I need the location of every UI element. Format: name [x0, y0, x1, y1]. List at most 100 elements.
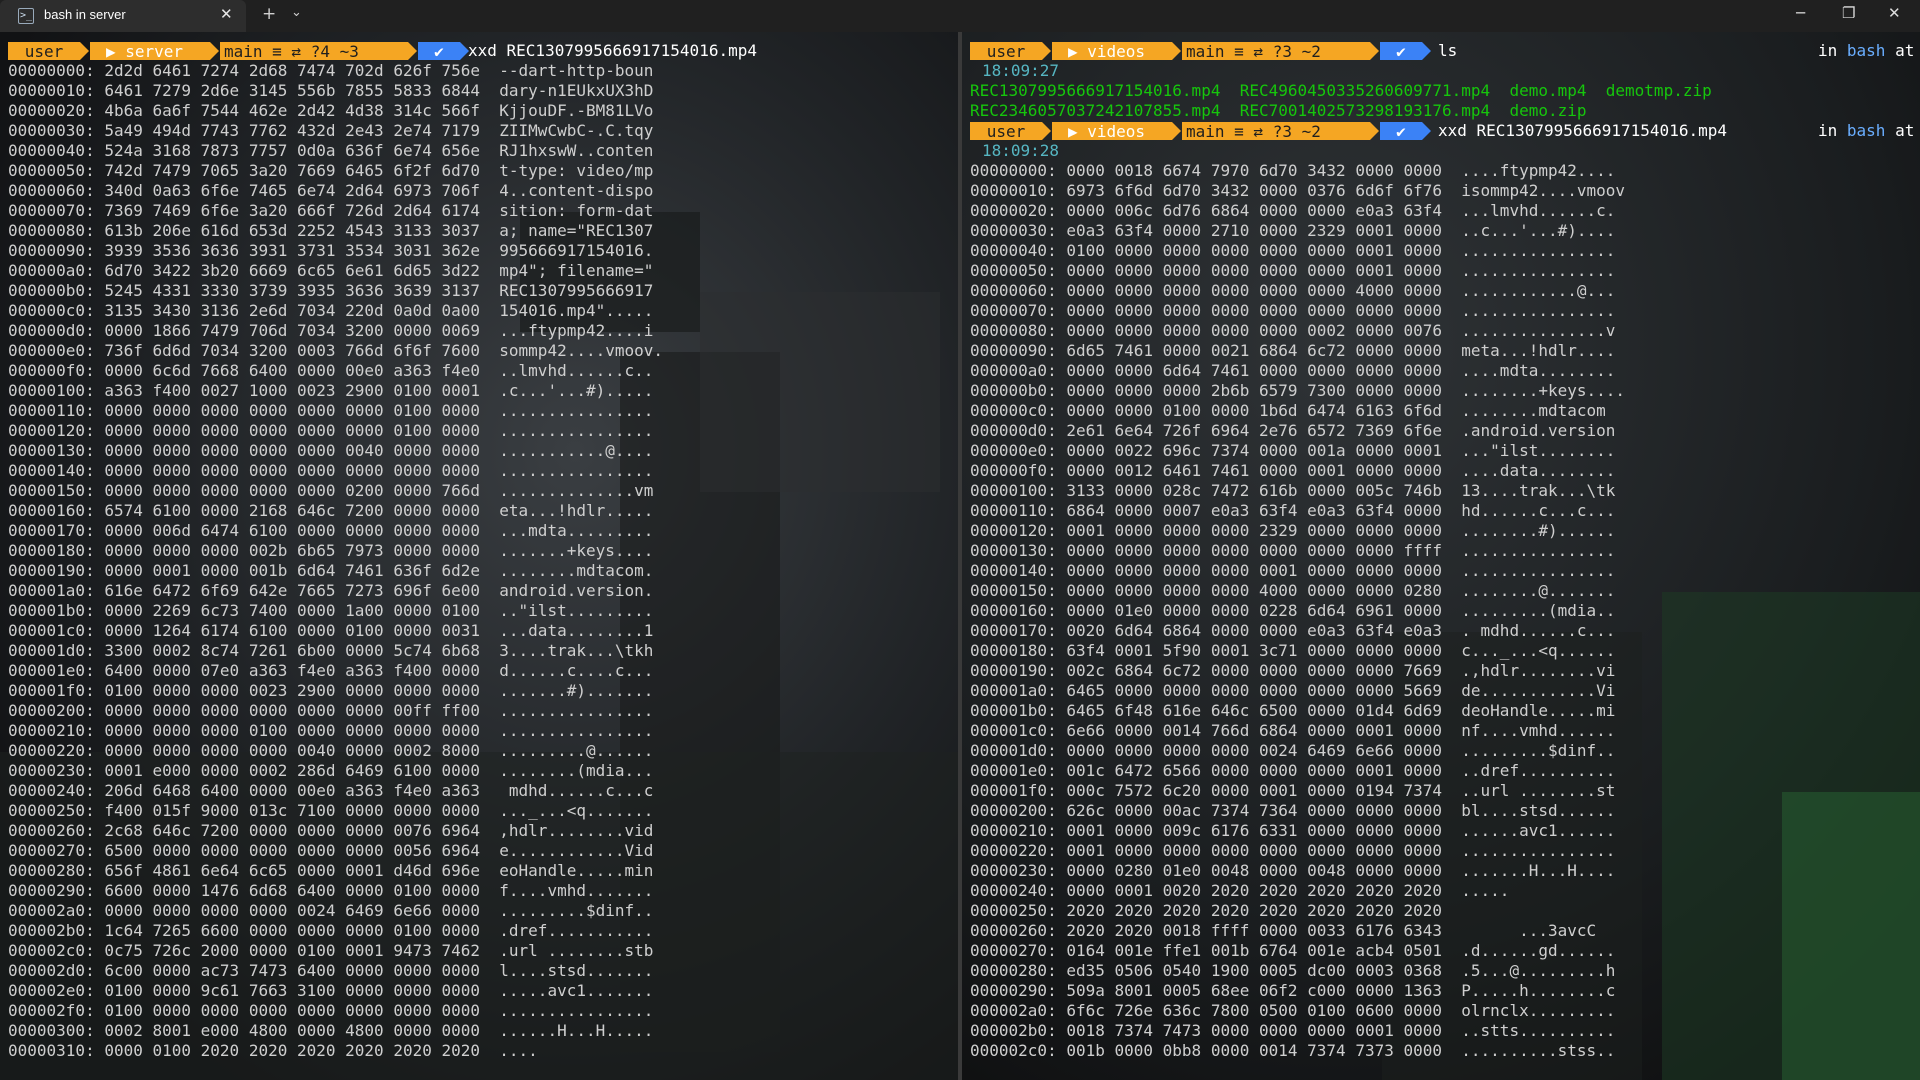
hexdump-line: 00000090: 6d65 7461 0000 0021 6864 6c72 … — [970, 341, 1616, 360]
prompt-line: user ▶ server main ≡ ⇄ ?4 ~3 ✔ xxd REC13… — [8, 41, 958, 61]
hexdump-line: 000000e0: 0000 0022 696c 7374 0000 001a … — [970, 441, 1616, 460]
hexdump-line: 00000080: 613b 206e 616d 653d 2252 4543 … — [8, 221, 654, 240]
hexdump-line: 00000050: 742d 7479 7065 3a20 7669 6465 … — [8, 161, 654, 180]
prompt-right-status: in bash at — [1818, 41, 1914, 60]
hexdump-line: 000002a0: 0000 0000 0000 0000 0024 6469 … — [8, 901, 654, 920]
prompt-git-status: main ≡ ⇄ ?3 ~2 — [1182, 122, 1370, 141]
hexdump-line: 00000240: 0000 0001 0020 2020 2020 2020 … — [970, 881, 1510, 900]
folder-label: videos — [1087, 42, 1146, 61]
hexdump-line: 000002b0: 1c64 7265 6600 0000 0000 0000 … — [8, 921, 654, 940]
hexdump-line: 000002c0: 001b 0000 0bb8 0000 0014 7374 … — [970, 1041, 1616, 1060]
hexdump-line: 000001a0: 616e 6472 6f69 642e 7665 7273 … — [8, 581, 654, 600]
prompt-separator — [1042, 122, 1051, 140]
ls-output-row: REC2346057037242107855.mp4 REC7001402573… — [970, 101, 1587, 120]
hexdump-line: 00000040: 524a 3168 7873 7757 0d0a 636f … — [8, 141, 654, 160]
hexdump-line: 00000030: e0a3 63f4 0000 2710 0000 2329 … — [970, 221, 1616, 240]
terminal-pane-left[interactable]: user ▶ server main ≡ ⇄ ?4 ~3 ✔ xxd REC13… — [0, 32, 958, 1080]
hexdump-line: 00000070: 7369 7469 6f6e 3a20 666f 726d … — [8, 201, 654, 220]
status-suffix: at — [1895, 41, 1915, 60]
hexdump-line: 00000000: 2d2d 6461 7274 2d68 7474 702d … — [8, 61, 654, 80]
prompt-separator — [210, 42, 219, 60]
hexdump-line: 00000300: 0002 8001 e000 4800 0000 4800 … — [8, 1021, 654, 1040]
title-bar: >_ bash in server ✕ + ⌄ ─ ❐ ✕ — [0, 0, 1920, 32]
tab-dropdown-button[interactable]: ⌄ — [291, 5, 302, 20]
prompt-separator — [1370, 122, 1379, 140]
command-text: ls — [1438, 41, 1458, 60]
hexdump-line: 00000280: ed35 0506 0540 1900 0005 dc00 … — [970, 961, 1616, 980]
hexdump-line: 000001d0: 0000 0000 0000 0000 0024 6469 … — [970, 741, 1616, 760]
status-prefix: in — [1818, 121, 1838, 140]
hexdump-line: 00000100: 3133 0000 028c 7472 616b 0000 … — [970, 481, 1616, 500]
hexdump-line: 000002c0: 0c75 726c 2000 0000 0100 0001 … — [8, 941, 654, 960]
hexdump-line: 00000150: 0000 0000 0000 0000 0000 0200 … — [8, 481, 654, 500]
prompt-git-status: main ≡ ⇄ ?3 ~2 — [1182, 42, 1370, 61]
hexdump-line: 00000130: 0000 0000 0000 0000 0000 0000 … — [970, 541, 1616, 560]
hexdump-line: 00000090: 3939 3536 3636 3931 3731 3534 … — [8, 241, 654, 260]
hexdump-line: 000000c0: 0000 0000 0100 0000 1b6d 6474 … — [970, 401, 1606, 420]
hexdump-line: 000001e0: 6400 0000 07e0 a363 f4e0 a363 … — [8, 661, 654, 680]
hexdump-line: 00000220: 0000 0000 0000 0000 0040 0000 … — [8, 741, 654, 760]
hexdump-line: 000000c0: 3135 3430 3136 2e6d 7034 220d … — [8, 301, 654, 320]
hexdump-line: 00000110: 6864 0000 0007 e0a3 63f4 e0a3 … — [970, 501, 1616, 520]
hexdump-line: 00000270: 6500 0000 0000 0000 0000 0000 … — [8, 841, 654, 860]
hexdump-line: 00000230: 0001 e000 0000 0002 286d 6469 … — [8, 761, 654, 780]
hexdump-line: 00000120: 0001 0000 0000 0000 2329 0000 … — [970, 521, 1616, 540]
hexdump-line: 00000120: 0000 0000 0000 0000 0000 0000 … — [8, 421, 654, 440]
hexdump-line: 000002f0: 0100 0000 0000 0000 0000 0000 … — [8, 1001, 654, 1020]
hexdump-line: 00000160: 0000 01e0 0000 0000 0228 6d64 … — [970, 601, 1616, 620]
hexdump-line: 00000110: 0000 0000 0000 0000 0000 0000 … — [8, 401, 654, 420]
hexdump-line: 000001c0: 0000 1264 6174 6100 0000 0100 … — [8, 621, 654, 640]
terminal-icon: >_ — [18, 8, 34, 24]
hexdump-line: 00000030: 5a49 494d 7743 7762 432d 2e43 … — [8, 121, 654, 140]
hexdump-line: 000000d0: 2e61 6e64 726f 6964 2e76 6572 … — [970, 421, 1616, 440]
hexdump-line: 00000290: 509a 8001 0005 68ee 06f2 c000 … — [970, 981, 1616, 1000]
folder-label: videos — [1087, 122, 1146, 141]
folder-label: server — [125, 42, 184, 61]
prompt-folder: ▶ server — [90, 42, 210, 61]
prompt-user: user — [8, 42, 80, 61]
prompt-right-status: in bash at — [1818, 121, 1914, 140]
hexdump-line: 00000070: 0000 0000 0000 0000 0000 0000 … — [970, 301, 1616, 320]
hexdump-line: 00000260: 2020 2020 0018 ffff 0000 0033 … — [970, 921, 1597, 940]
prompt-folder: ▶ videos — [1052, 122, 1172, 141]
hexdump-line: 00000220: 0001 0000 0000 0000 0000 0000 … — [970, 841, 1616, 860]
command-text: xxd REC1307995666917154016.mp4 — [1438, 121, 1727, 140]
status-prefix: in — [1818, 41, 1838, 60]
ls-output-row: REC1307995666917154016.mp4 REC4960450335… — [970, 81, 1712, 100]
hexdump-line: 00000180: 0000 0000 0000 002b 6b65 7973 … — [8, 541, 654, 560]
prompt-check-icon: ✔ — [418, 42, 460, 61]
hexdump-line: 000000e0: 736f 6d6d 7034 3200 0003 766d … — [8, 341, 664, 360]
prompt-separator — [1422, 42, 1431, 60]
tab-close-icon[interactable]: ✕ — [220, 5, 233, 23]
command-text: xxd REC1307995666917154016.mp4 — [468, 41, 757, 60]
maximize-button[interactable]: ❐ — [1842, 4, 1855, 22]
hexdump-line: 00000150: 0000 0000 0000 0000 4000 0000 … — [970, 581, 1616, 600]
hexdump-line: 000000b0: 5245 4331 3330 3739 3935 3636 … — [8, 281, 654, 300]
hexdump-line: 00000000: 0000 0018 6674 7970 6d70 3432 … — [970, 161, 1616, 180]
hexdump-line: 00000130: 0000 0000 0000 0000 0000 0040 … — [8, 441, 654, 460]
hexdump-line: 000002e0: 0100 0000 9c61 7663 3100 0000 … — [8, 981, 654, 1000]
hexdump-line: 000000a0: 0000 0000 6d64 7461 0000 0000 … — [970, 361, 1616, 380]
hexdump-line: 00000020: 4b6a 6a6f 7544 462e 2d42 4d38 … — [8, 101, 654, 120]
hexdump-line: 00000250: 2020 2020 2020 2020 2020 2020 … — [970, 901, 1462, 920]
hexdump-line: 00000310: 0000 0100 2020 2020 2020 2020 … — [8, 1041, 538, 1060]
hexdump-line: 00000180: 63f4 0001 5f90 0001 3c71 0000 … — [970, 641, 1616, 660]
hexdump-line: 00000200: 0000 0000 0000 0000 0000 0000 … — [8, 701, 654, 720]
hexdump-line: 00000290: 6600 0000 1476 6d68 6400 0000 … — [8, 881, 654, 900]
hexdump-line: 00000230: 0000 0280 01e0 0048 0000 0048 … — [970, 861, 1616, 880]
prompt-user: user — [970, 122, 1042, 141]
tab-bash-in-server[interactable]: >_ bash in server ✕ — [0, 0, 246, 32]
new-tab-button[interactable]: + — [262, 4, 276, 24]
prompt-line: user ▶ videos main ≡ ⇄ ?3 ~2 ✔ ls in bas… — [970, 41, 1920, 61]
minimize-button[interactable]: ─ — [1796, 4, 1805, 22]
hexdump-line: 00000020: 0000 006c 6d76 6864 0000 0000 … — [970, 201, 1616, 220]
hexdump-line: 00000010: 6461 7279 2d6e 3145 556b 7855 … — [8, 81, 654, 100]
terminal-pane-right[interactable]: user ▶ videos main ≡ ⇄ ?3 ~2 ✔ ls in bas… — [962, 32, 1920, 1080]
hexdump-line: 00000060: 0000 0000 0000 0000 0000 0000 … — [970, 281, 1616, 300]
hexdump-line: 00000240: 206d 6468 6400 0000 00e0 a363 … — [8, 781, 654, 800]
prompt-user: user — [970, 42, 1042, 61]
hexdump-line: 000001d0: 3300 0002 8c74 7261 6b00 0000 … — [8, 641, 654, 660]
close-button[interactable]: ✕ — [1888, 4, 1901, 22]
prompt-line: user ▶ videos main ≡ ⇄ ?3 ~2 ✔ xxd REC13… — [970, 121, 1920, 141]
hexdump-line: 00000140: 0000 0000 0000 0000 0001 0000 … — [970, 561, 1616, 580]
